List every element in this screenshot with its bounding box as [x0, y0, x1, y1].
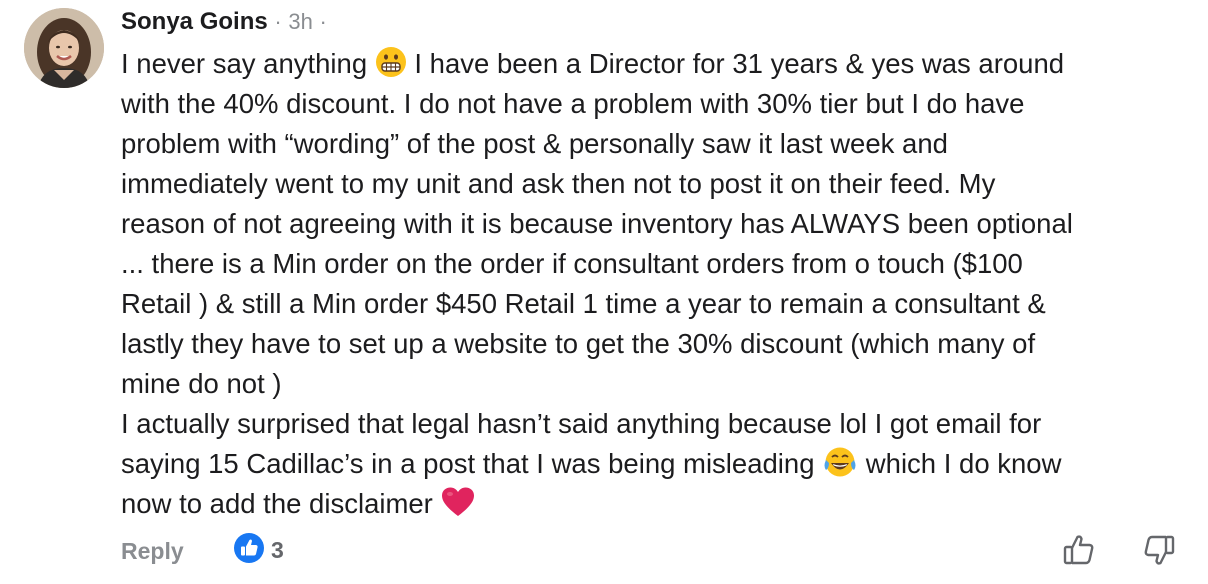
thumbs-down-outline-icon [1141, 535, 1177, 572]
text-segment: I have been a Director for 31 years & ye… [406, 48, 1065, 79]
comment-header: Sonya Goins · 3h · [121, 6, 1196, 38]
downvote-button[interactable] [1141, 532, 1177, 568]
comment-line: now to add the disclaimer [121, 484, 1196, 524]
comment-line: I never say anything I have been a Direc… [121, 44, 1196, 84]
comment-text: I never say anything I have been a Direc… [121, 44, 1196, 524]
like-count: 3 [271, 536, 284, 563]
text-segment: saying 15 Cadillac’s in a post that I wa… [121, 448, 823, 479]
thumbs-up-outline-icon [1061, 535, 1097, 572]
comment-line: lastly they have to set up a website to … [121, 328, 1036, 359]
author-name[interactable]: Sonya Goins [121, 8, 268, 35]
red-heart-emoji-icon [440, 486, 476, 529]
text-segment: now to add the disclaimer [121, 488, 441, 519]
reaction-summary[interactable]: 3 [233, 532, 284, 569]
comment-line: Retail ) & still a Min order $450 Retail… [121, 288, 1046, 319]
comment-line: ... there is a Min order on the order if… [121, 248, 1023, 279]
comment-line: with the 40% discount. I do not have a p… [121, 88, 1025, 119]
thumbs-up-reaction-icon [233, 532, 265, 569]
avatar[interactable] [24, 8, 104, 88]
meta-separator: · [319, 9, 327, 34]
meta-separator: · [274, 9, 282, 34]
comment-actions: Reply 3 [121, 532, 1196, 572]
comment: Sonya Goins · 3h · I never say anything … [121, 6, 1196, 524]
timestamp[interactable]: 3h [288, 9, 312, 34]
text-segment: which I do know [858, 448, 1062, 479]
comment-line: immediately went to my unit and ask then… [121, 168, 996, 199]
comment-line: saying 15 Cadillac’s in a post that I wa… [121, 444, 1196, 484]
comment-line: I actually surprised that legal hasn’t s… [121, 408, 1042, 439]
comment-line: mine do not ) [121, 368, 282, 399]
text-segment: I never say anything [121, 48, 375, 79]
profile-photo [24, 8, 104, 88]
upvote-button[interactable] [1061, 532, 1097, 568]
grimacing-face-emoji-icon [375, 46, 407, 89]
tears-of-joy-emoji-icon [822, 446, 858, 489]
reply-button[interactable]: Reply [121, 538, 184, 565]
comment-line: reason of not agreeing with it is becaus… [121, 208, 1073, 239]
comment-line: problem with “wording” of the post & per… [121, 128, 948, 159]
